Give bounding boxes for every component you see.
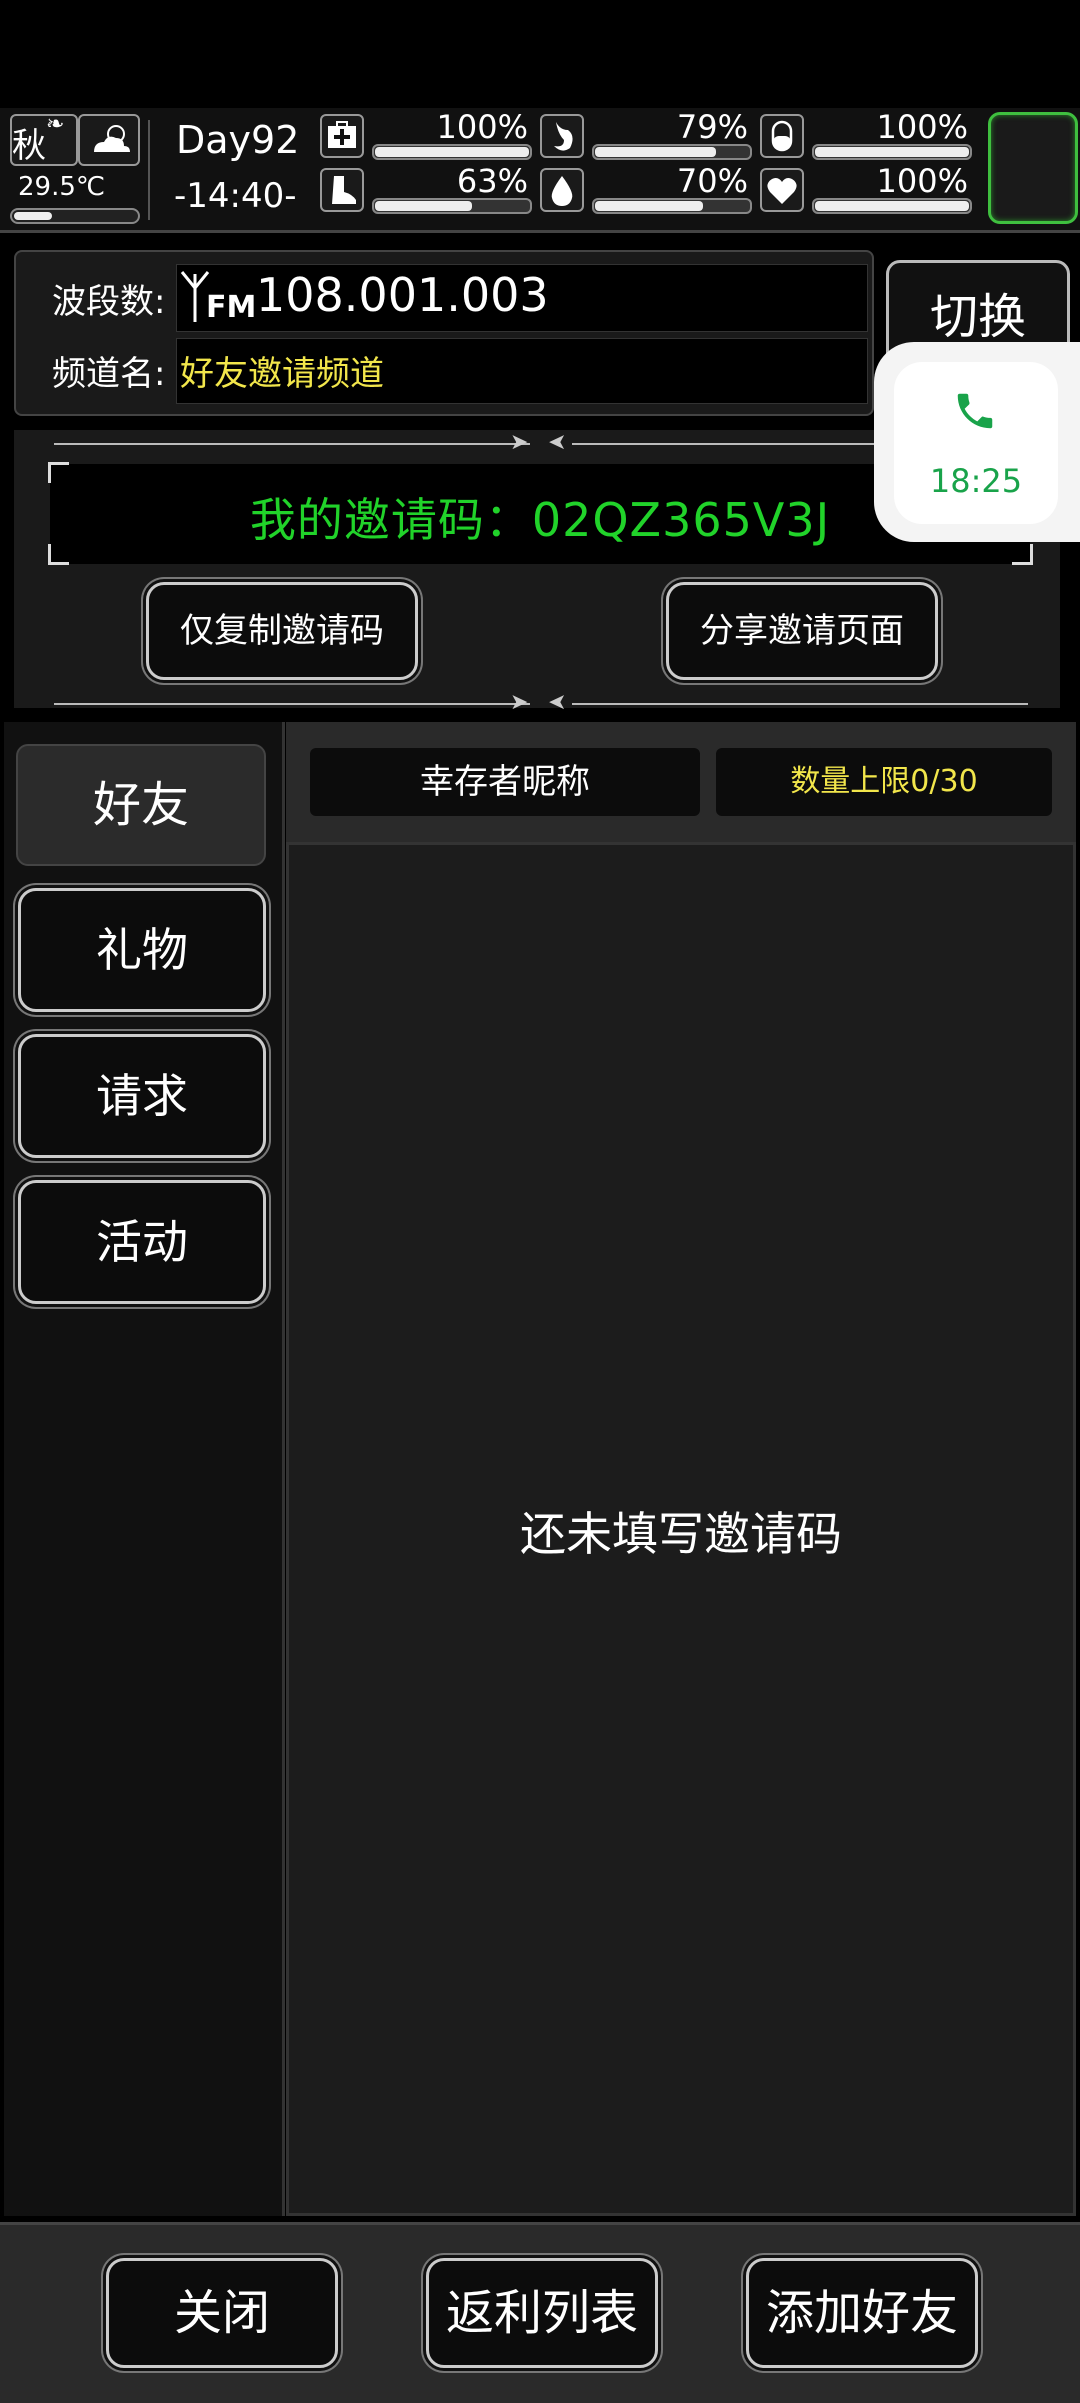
water-drop-icon bbox=[540, 168, 584, 212]
switch-channel-label: 切换 bbox=[929, 289, 1026, 345]
arrow-left-icon-2: ➤ bbox=[548, 690, 567, 715]
leaf-icon: ❧ bbox=[46, 112, 65, 137]
stamina-bar bbox=[372, 198, 532, 214]
divider-arrow-right-2 bbox=[572, 703, 1028, 705]
call-time: 18:25 bbox=[929, 462, 1023, 500]
pill-icon bbox=[760, 114, 804, 158]
hunger-bar bbox=[592, 144, 752, 160]
arrow-right-icon-2: ➤ bbox=[510, 690, 529, 715]
tab-gifts[interactable]: 礼物 bbox=[18, 888, 266, 1012]
temperature-bar bbox=[10, 208, 140, 224]
thirst-percent: 70% bbox=[676, 162, 748, 200]
stomach-icon bbox=[540, 114, 584, 158]
band-label: 波段数: bbox=[52, 282, 166, 322]
arrow-right-icon: ➤ bbox=[510, 430, 529, 455]
game-clock: -14:40- bbox=[174, 176, 297, 216]
tab-requests[interactable]: 请求 bbox=[18, 1034, 266, 1158]
day-counter: Day92 bbox=[176, 118, 300, 162]
weather-icon bbox=[78, 114, 140, 166]
frequency-value: 108.001.003 bbox=[256, 268, 549, 322]
temperature-readout: 29.5℃ bbox=[18, 172, 106, 202]
status-hud: 秋 ❧ 29.5℃ Day92 -14:40- 100% 79% 100% 63… bbox=[0, 108, 1080, 233]
boot-icon bbox=[320, 168, 364, 212]
copy-invite-code-button[interactable]: 仅复制邀请码 bbox=[146, 582, 418, 680]
health-percent: 100% bbox=[436, 108, 528, 146]
thirst-bar bbox=[592, 198, 752, 214]
mood-percent: 100% bbox=[876, 108, 968, 146]
stamina-percent: 63% bbox=[456, 162, 528, 200]
divider-arrow-left bbox=[54, 443, 530, 445]
divider-arrow-left-2 bbox=[54, 703, 530, 705]
heart-percent: 100% bbox=[876, 162, 968, 200]
tab-friends[interactable]: 好友 bbox=[16, 744, 266, 866]
tab-events[interactable]: 活动 bbox=[18, 1180, 266, 1304]
arrow-left-icon: ➤ bbox=[548, 430, 567, 455]
add-friend-button[interactable]: 添加好友 bbox=[746, 2258, 978, 2368]
hunger-percent: 79% bbox=[676, 108, 748, 146]
channel-name: 好友邀请频道 bbox=[180, 354, 384, 394]
friend-limit: 数量上限0/30 bbox=[716, 748, 1052, 816]
medkit-icon bbox=[320, 114, 364, 158]
health-bar bbox=[372, 144, 532, 160]
close-button[interactable]: 关闭 bbox=[106, 2258, 338, 2368]
fm-label: FM bbox=[206, 290, 257, 325]
heart-bar bbox=[812, 198, 972, 214]
season-label: 秋 bbox=[12, 126, 46, 166]
empty-message: 还未填写邀请码 bbox=[520, 1507, 842, 1561]
rebate-list-button[interactable]: 返利列表 bbox=[426, 2258, 658, 2368]
mood-bar bbox=[812, 144, 972, 160]
phone-icon bbox=[957, 393, 993, 429]
map-button[interactable] bbox=[988, 112, 1078, 224]
share-invite-page-button[interactable]: 分享邀请页面 bbox=[666, 582, 938, 680]
channel-label: 频道名: bbox=[52, 354, 166, 394]
column-survivor-name: 幸存者昵称 bbox=[310, 748, 700, 816]
heart-icon bbox=[760, 168, 804, 212]
